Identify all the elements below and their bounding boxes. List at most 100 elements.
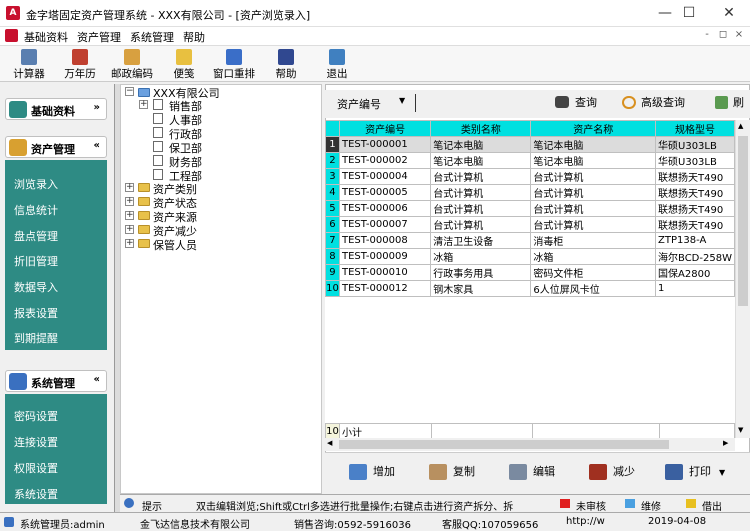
- cell-category[interactable]: 笔记本电脑: [430, 136, 532, 153]
- cell-asset-id[interactable]: TEST-000002: [338, 152, 432, 169]
- table-row[interactable]: 2 TEST-000002 笔记本电脑 笔记本电脑 华硕U303LB: [325, 152, 735, 169]
- cell-spec[interactable]: 联想扬天T490: [655, 168, 735, 185]
- tree-expand-icon[interactable]: +: [125, 183, 134, 192]
- nav-data-import[interactable]: 数据导入: [14, 279, 58, 295]
- cell-asset-id[interactable]: TEST-000012: [338, 280, 432, 297]
- menu-basic-data[interactable]: 基础资料: [24, 29, 68, 45]
- tree-expand-icon[interactable]: +: [139, 100, 148, 109]
- calculator-button[interactable]: 计算器: [4, 47, 54, 81]
- horizontal-scrollbar[interactable]: ◀ ▶: [325, 438, 735, 451]
- scroll-right-icon[interactable]: ▶: [723, 439, 728, 447]
- table-row[interactable]: 5 TEST-000006 台式计算机 台式计算机 联想扬天T490: [325, 200, 735, 217]
- dropdown-arrow-icon[interactable]: ▼: [719, 468, 725, 477]
- help-button[interactable]: 帮助: [261, 47, 311, 81]
- table-row[interactable]: 8 TEST-000009 冰箱 冰箱 海尔BCD-258W: [325, 248, 735, 265]
- print-button[interactable]: 打印 ▼: [665, 463, 725, 485]
- cell-asset-id[interactable]: TEST-000001: [338, 136, 432, 153]
- cell-asset-id[interactable]: TEST-000005: [338, 184, 432, 201]
- table-row-selected[interactable]: 1 TEST-000001 笔记本电脑 笔记本电脑 华硕U303LB: [325, 136, 735, 153]
- cell-spec[interactable]: 海尔BCD-258W: [655, 248, 735, 265]
- nav-permission-settings[interactable]: 权限设置: [14, 460, 58, 476]
- reduce-button[interactable]: 减少: [589, 463, 635, 485]
- cell-asset-name[interactable]: 密码文件柜: [530, 264, 657, 281]
- nav-info-stats[interactable]: 信息统计: [14, 202, 58, 218]
- cell-asset-name[interactable]: 笔记本电脑: [530, 152, 657, 169]
- nav-browse-entry[interactable]: 浏览录入: [14, 176, 58, 192]
- advanced-query-button[interactable]: 高级查询: [622, 94, 685, 114]
- nav-system-settings[interactable]: 系统设置: [14, 486, 58, 502]
- arrange-windows-button[interactable]: 窗口重排: [209, 47, 259, 81]
- chevron-up-icon[interactable]: «: [94, 374, 100, 385]
- cell-category[interactable]: 台式计算机: [430, 216, 532, 233]
- table-row[interactable]: 7 TEST-000008 清洁卫生设备 消毒柜 ZTP138-A: [325, 232, 735, 249]
- table-row[interactable]: 10 TEST-000012 钢木家具 6人位屏风卡位 1: [325, 280, 735, 297]
- cell-category[interactable]: 台式计算机: [430, 184, 532, 201]
- chevron-up-icon[interactable]: «: [94, 140, 100, 151]
- menu-asset-management[interactable]: 资产管理: [77, 29, 121, 45]
- cell-asset-id[interactable]: TEST-000006: [338, 200, 432, 217]
- nav-expiry-reminder[interactable]: 到期提醒: [14, 330, 58, 346]
- nav-depreciation[interactable]: 折旧管理: [14, 253, 58, 269]
- search-field-select[interactable]: 资产编号 ▼: [331, 94, 411, 112]
- mdi-restore-button[interactable]: ◻: [716, 29, 730, 43]
- cell-asset-name[interactable]: 台式计算机: [530, 216, 657, 233]
- cell-spec[interactable]: 联想扬天T490: [655, 184, 735, 201]
- tree-collapse-icon[interactable]: −: [125, 87, 134, 96]
- tree-expand-icon[interactable]: +: [125, 211, 134, 220]
- nav-connection-settings[interactable]: 连接设置: [14, 434, 58, 450]
- exit-button[interactable]: 退出: [312, 47, 362, 81]
- table-row[interactable]: 3 TEST-000004 台式计算机 台式计算机 联想扬天T490: [325, 168, 735, 185]
- mdi-minimize-button[interactable]: -: [700, 29, 714, 43]
- cell-category[interactable]: 台式计算机: [430, 168, 532, 185]
- cell-asset-name[interactable]: 台式计算机: [530, 184, 657, 201]
- cell-spec[interactable]: 联想扬天T490: [655, 200, 735, 217]
- column-header-spec[interactable]: 规格型号: [655, 120, 735, 137]
- cell-asset-id[interactable]: TEST-000008: [338, 232, 432, 249]
- copy-button[interactable]: 复制: [429, 463, 475, 485]
- scroll-thumb[interactable]: [738, 136, 748, 306]
- cell-category[interactable]: 清洁卫生设备: [430, 232, 532, 249]
- refresh-button[interactable]: 刷: [715, 94, 744, 114]
- column-header-category[interactable]: 类别名称: [430, 120, 532, 137]
- cell-spec[interactable]: 华硕U303LB: [655, 152, 735, 169]
- cell-asset-id[interactable]: TEST-000010: [338, 264, 432, 281]
- chevron-down-icon[interactable]: »: [94, 102, 100, 113]
- nav-inventory[interactable]: 盘点管理: [14, 228, 58, 244]
- cell-spec[interactable]: 联想扬天T490: [655, 216, 735, 233]
- tree-expand-icon[interactable]: +: [125, 239, 134, 248]
- cell-asset-id[interactable]: TEST-000009: [338, 248, 432, 265]
- cell-category[interactable]: 行政事务用具: [430, 264, 532, 281]
- tree-expand-icon[interactable]: +: [125, 225, 134, 234]
- cell-spec[interactable]: 华硕U303LB: [655, 136, 735, 153]
- edit-button[interactable]: 编辑: [509, 463, 555, 485]
- calendar-button[interactable]: 万年历: [55, 47, 105, 81]
- scroll-down-icon[interactable]: ▼: [738, 426, 743, 434]
- maximize-button[interactable]: ☐: [672, 0, 706, 27]
- column-header-asset-id[interactable]: 资产编号: [338, 120, 432, 137]
- nav-password-settings[interactable]: 密码设置: [14, 408, 58, 424]
- section-system-management[interactable]: 系统管理 «: [5, 370, 107, 392]
- table-row[interactable]: 9 TEST-000010 行政事务用具 密码文件柜 国保A2800: [325, 264, 735, 281]
- scroll-up-icon[interactable]: ▲: [738, 122, 743, 130]
- cell-category[interactable]: 台式计算机: [430, 200, 532, 217]
- table-row[interactable]: 4 TEST-000005 台式计算机 台式计算机 联想扬天T490: [325, 184, 735, 201]
- tree-custodians[interactable]: 保管人员: [153, 237, 197, 253]
- cell-asset-name[interactable]: 6人位屏风卡位: [530, 280, 657, 297]
- vertical-scrollbar[interactable]: ▲ ▼: [735, 120, 750, 438]
- cell-spec[interactable]: 1: [655, 280, 735, 297]
- cell-spec[interactable]: ZTP138-A: [655, 232, 735, 249]
- postcode-button[interactable]: 邮政编码: [107, 47, 157, 81]
- status-url[interactable]: http://w: [566, 516, 605, 527]
- section-asset-management[interactable]: 资产管理 «: [5, 136, 107, 158]
- menu-system-management[interactable]: 系统管理: [130, 29, 174, 45]
- cell-asset-name[interactable]: 冰箱: [530, 248, 657, 265]
- cell-asset-name[interactable]: 台式计算机: [530, 200, 657, 217]
- cell-spec[interactable]: 国保A2800: [655, 264, 735, 281]
- cell-asset-id[interactable]: TEST-000007: [338, 216, 432, 233]
- menu-help[interactable]: 帮助: [183, 29, 205, 45]
- cell-category[interactable]: 冰箱: [430, 248, 532, 265]
- nav-report-settings[interactable]: 报表设置: [14, 305, 58, 321]
- cell-asset-name[interactable]: 台式计算机: [530, 168, 657, 185]
- column-header-asset-name[interactable]: 资产名称: [530, 120, 657, 137]
- cell-category[interactable]: 钢木家具: [430, 280, 532, 297]
